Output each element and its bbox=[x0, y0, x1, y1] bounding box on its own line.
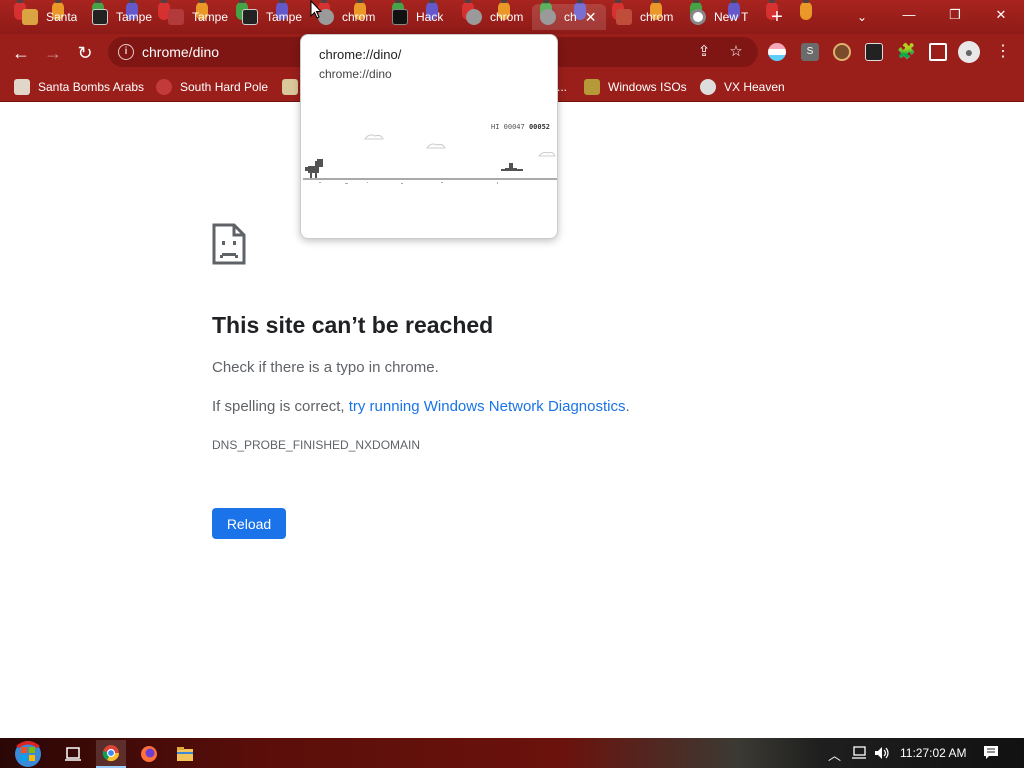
tab-title: ch bbox=[564, 10, 577, 24]
new-tab-button[interactable]: + bbox=[766, 6, 788, 28]
hi-score-label: HI bbox=[491, 123, 500, 131]
network-icon[interactable] bbox=[851, 746, 867, 763]
minimize-button[interactable]: — bbox=[886, 0, 932, 30]
reload-button[interactable]: Reload bbox=[212, 508, 286, 539]
tab-tampermonkey-3[interactable]: Tampe bbox=[234, 4, 304, 30]
chrome-icon[interactable] bbox=[96, 740, 126, 768]
tab-title: Tampe bbox=[266, 10, 303, 24]
tab-tampermonkey-2[interactable]: Tampe bbox=[160, 4, 230, 30]
tray-chevron-icon[interactable]: ︿ bbox=[828, 745, 841, 764]
globe-icon bbox=[466, 9, 482, 25]
sad-document-icon bbox=[212, 223, 246, 265]
bookmark-label: South Hard Pole bbox=[180, 80, 269, 94]
current-score-value: 00052 bbox=[528, 123, 551, 131]
tab-chrome-active[interactable]: ch ✕ bbox=[532, 4, 606, 30]
firefox-icon[interactable] bbox=[134, 740, 164, 768]
bookmark-vx-heaven[interactable]: VX Heaven bbox=[700, 77, 785, 97]
tab-title: New T bbox=[714, 10, 749, 24]
tab-title: Hack bbox=[416, 10, 444, 24]
avatar-extension-icon[interactable] bbox=[833, 43, 851, 61]
sidepanel-icon[interactable] bbox=[929, 43, 947, 61]
error-typo-hint: Check if there is a typo in chrome. bbox=[212, 359, 439, 376]
hi-score-value: 00047 bbox=[503, 123, 525, 131]
tab-title: chrom bbox=[342, 10, 376, 24]
clock[interactable]: 11:27:02 AM bbox=[900, 746, 967, 760]
forward-button[interactable]: → bbox=[40, 40, 66, 66]
tab-santa[interactable]: Santa bbox=[14, 4, 80, 30]
dino-game-preview bbox=[303, 134, 557, 184]
restore-button[interactable]: ❐ bbox=[932, 0, 978, 30]
tampermonkey-icon bbox=[92, 9, 108, 25]
tab-chrome-2[interactable]: chrom bbox=[458, 4, 530, 30]
reload-page-button[interactable]: ↻ bbox=[72, 40, 98, 66]
tab-strip: Santa Tampe Tampe Tampe chrom Hack chrom… bbox=[0, 0, 1024, 34]
bookmark-label: Windows ISOs bbox=[608, 80, 687, 94]
error-diagnostics-hint: If spelling is correct, try running Wind… bbox=[212, 398, 630, 415]
hack-icon bbox=[392, 9, 408, 25]
cloud-icon bbox=[364, 134, 556, 157]
image-icon bbox=[282, 79, 298, 95]
start-icon[interactable] bbox=[10, 740, 46, 768]
file-explorer-icon[interactable] bbox=[170, 740, 200, 768]
bookmark-overflow-text[interactable]: ... bbox=[557, 77, 567, 97]
santa-icon bbox=[22, 9, 38, 25]
bookmark-star-icon[interactable]: ☆ bbox=[726, 42, 746, 62]
s-extension-icon[interactable]: S bbox=[801, 43, 819, 61]
tab-title: Tampe bbox=[192, 10, 229, 24]
tab-chrome-3[interactable]: chrom bbox=[608, 4, 678, 30]
dino-score: HI 00047 00052 bbox=[491, 123, 550, 131]
skull-icon bbox=[700, 79, 716, 95]
tab-tampermonkey-1[interactable]: Tampe bbox=[84, 4, 154, 30]
bookmark-windows-isos[interactable]: Windows ISOs bbox=[584, 77, 687, 97]
hover-card-url: chrome://dino bbox=[319, 67, 392, 81]
globe-icon bbox=[540, 9, 556, 25]
bookmark-label: Santa Bombs Arabs bbox=[38, 80, 145, 94]
tab-title: chrom bbox=[490, 10, 524, 24]
close-window-button[interactable]: ✕ bbox=[978, 0, 1024, 30]
back-button[interactable]: ← bbox=[8, 40, 34, 66]
tampermonkey-icon bbox=[242, 9, 258, 25]
tab-new-tab[interactable]: New T bbox=[682, 4, 756, 30]
puzzle-icon[interactable]: 🧩 bbox=[897, 43, 916, 61]
tab-hack[interactable]: Hack bbox=[384, 4, 454, 30]
tab-close-icon[interactable]: ✕ bbox=[585, 9, 597, 26]
site-info-icon[interactable]: i bbox=[118, 44, 134, 60]
flag-icon[interactable] bbox=[768, 43, 786, 61]
pterodactyl-icon bbox=[501, 163, 523, 171]
share-icon[interactable]: ⇪ bbox=[694, 42, 714, 62]
santa-icon bbox=[14, 79, 30, 95]
windows-taskbar: ︿ 11:27:02 AM bbox=[0, 738, 1024, 768]
tab-hover-card: chrome://dino/ chrome://dino HI 00047 00… bbox=[300, 34, 558, 239]
error-code: DNS_PROBE_FINISHED_NXDOMAIN bbox=[212, 438, 421, 452]
t-rex-icon bbox=[305, 159, 323, 178]
snowflake-icon bbox=[156, 79, 172, 95]
bookmark-label: VX Heaven bbox=[724, 80, 785, 94]
mouse-cursor-icon bbox=[310, 0, 322, 19]
hover-card-title: chrome://dino/ bbox=[319, 47, 402, 62]
notifications-icon[interactable] bbox=[983, 745, 999, 764]
tab-search-chevron-icon[interactable]: ⌄ bbox=[852, 6, 872, 28]
s-icon bbox=[616, 9, 632, 25]
menu-icon[interactable]: ⋮ bbox=[994, 43, 1012, 61]
network-diagnostics-link[interactable]: try running Windows Network Diagnostics bbox=[349, 398, 626, 415]
diagnostics-suffix: . bbox=[625, 398, 630, 415]
bookmark-south-hard-pole[interactable]: South Hard Pole bbox=[156, 77, 268, 97]
task-view-icon[interactable] bbox=[58, 740, 88, 768]
bookmark-santa-bombs-arabs[interactable]: Santa Bombs Arabs bbox=[14, 77, 144, 97]
tab-title: Santa bbox=[46, 10, 78, 24]
chrome-icon bbox=[690, 9, 706, 25]
address-bar-url[interactable]: chrome/dino bbox=[142, 44, 219, 60]
tab-title: Tampe bbox=[116, 10, 153, 24]
tab-title: chrom bbox=[640, 10, 674, 24]
profile-icon[interactable]: ● bbox=[958, 41, 980, 63]
diagnostics-prefix: If spelling is correct, bbox=[212, 398, 349, 415]
tampermonkey-extension-icon[interactable] bbox=[865, 43, 883, 61]
greasyfork-icon bbox=[168, 9, 184, 25]
figure-icon bbox=[584, 79, 600, 95]
error-title: This site can’t be reached bbox=[212, 312, 494, 338]
volume-icon[interactable] bbox=[874, 746, 890, 763]
